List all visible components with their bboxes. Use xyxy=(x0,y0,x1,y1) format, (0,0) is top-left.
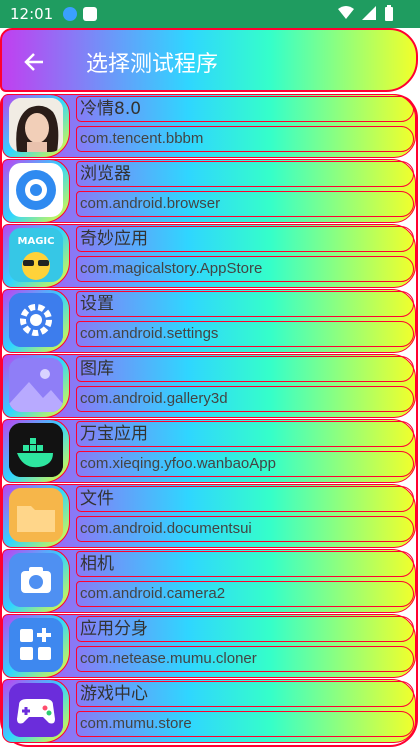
wifi-icon xyxy=(338,6,354,19)
app-name: 相机 xyxy=(76,551,414,577)
app-row[interactable]: 万宝应用 com.xieqing.yfoo.wanbaoApp xyxy=(0,419,420,484)
download-notification-icon xyxy=(63,7,78,21)
app-row[interactable]: 冷情8.0 com.tencent.bbbm xyxy=(0,94,420,159)
docker-whale-icon xyxy=(9,423,63,477)
icon-frame xyxy=(2,94,70,158)
icon-frame: MAGIC xyxy=(2,224,70,288)
icon-frame xyxy=(2,419,70,483)
app-name: 游戏中心 xyxy=(76,681,414,707)
app-list: 冷情8.0 com.tencent.bbbm 浏览器 com.android.b… xyxy=(0,94,420,744)
browser-icon xyxy=(9,163,63,217)
back-arrow-icon xyxy=(24,53,43,71)
app-row[interactable]: 文件 com.android.documentsui xyxy=(0,484,420,549)
status-time: 12:01 xyxy=(10,5,54,23)
svg-text:MAGIC: MAGIC xyxy=(18,236,55,247)
app-row[interactable]: 设置 com.android.settings xyxy=(0,289,420,354)
app-package: com.tencent.bbbm xyxy=(76,126,414,152)
app-package: com.mumu.store xyxy=(76,711,414,737)
app-name: 奇妙应用 xyxy=(76,226,414,252)
app-name: 图库 xyxy=(76,356,414,382)
battery-icon xyxy=(385,5,393,21)
app-package: com.android.browser xyxy=(76,191,414,217)
app-name: 应用分身 xyxy=(76,616,414,642)
app-package: com.android.camera2 xyxy=(76,581,414,607)
avatar-photo-icon xyxy=(9,98,63,152)
gallery-icon xyxy=(9,358,63,412)
app-row[interactable]: 游戏中心 com.mumu.store xyxy=(0,679,420,744)
icon-frame xyxy=(2,159,70,223)
app-row[interactable]: MAGIC 奇妙应用 com.magicalstory.AppStore xyxy=(0,224,420,289)
app-bar: 选择测试程序 xyxy=(0,28,418,92)
app-package: com.netease.mumu.cloner xyxy=(76,646,414,672)
app-name: 设置 xyxy=(76,291,414,317)
app-package: com.android.settings xyxy=(76,321,414,347)
signal-icon xyxy=(362,6,376,20)
icon-frame xyxy=(2,289,70,353)
camera-icon xyxy=(9,553,63,607)
icon-frame xyxy=(2,354,70,418)
app-name: 冷情8.0 xyxy=(76,96,414,122)
app-package: com.magicalstory.AppStore xyxy=(76,256,414,282)
page-title: 选择测试程序 xyxy=(86,52,219,77)
app-row[interactable]: 相机 com.android.camera2 xyxy=(0,549,420,614)
status-bar: 12:01 xyxy=(0,0,420,28)
icon-frame xyxy=(2,549,70,613)
magic-app-icon: MAGIC xyxy=(9,228,63,282)
app-name: 万宝应用 xyxy=(76,421,414,447)
app-row[interactable]: 图库 com.android.gallery3d xyxy=(0,354,420,419)
app-notification-icon xyxy=(83,7,98,21)
back-button[interactable] xyxy=(16,44,52,80)
folder-icon xyxy=(9,488,63,542)
app-package: com.android.documentsui xyxy=(76,516,414,542)
settings-gear-icon xyxy=(9,293,63,347)
app-name: 文件 xyxy=(76,486,414,512)
gamepad-icon xyxy=(9,683,63,737)
app-row[interactable]: 应用分身 com.netease.mumu.cloner xyxy=(0,614,420,679)
icon-frame xyxy=(2,679,70,743)
icon-frame xyxy=(2,484,70,548)
app-name: 浏览器 xyxy=(76,161,414,187)
app-row[interactable]: 浏览器 com.android.browser xyxy=(0,159,420,224)
icon-frame xyxy=(2,614,70,678)
app-package: com.xieqing.yfoo.wanbaoApp xyxy=(76,451,414,477)
app-package: com.android.gallery3d xyxy=(76,386,414,412)
app-cloner-icon xyxy=(9,618,63,672)
